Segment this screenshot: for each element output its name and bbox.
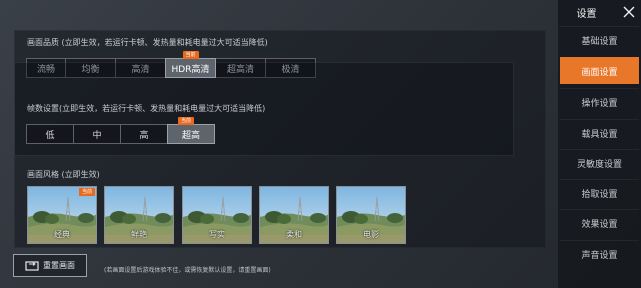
thumb-label: 柔和 <box>286 230 302 239</box>
sidebar-title: 设置 <box>576 8 597 20</box>
thumb-label: 鲜艳 <box>131 230 147 239</box>
sidebar-item-sensitivity[interactable]: 灵敏度设置 <box>560 149 639 176</box>
quality-section-title: 画面品质 (立即生效，若运行卡顿、发热量和耗电量过大可适当降低) <box>27 38 268 47</box>
quality-option-hdr[interactable]: 当前 HDR高清 <box>165 51 216 78</box>
reset-label: 重置画面 <box>43 261 75 270</box>
close-icon <box>623 6 635 18</box>
close-button[interactable] <box>617 0 641 24</box>
style-section-title: 画面风格 (立即生效) <box>27 170 100 179</box>
fps-option-low[interactable]: 低 <box>26 124 74 144</box>
thumb-label: 写实 <box>209 230 225 239</box>
fps-section-title: 帧数设置(立即生效，若运行卡顿、发热量和耗电量过大可适当降低) <box>27 104 266 113</box>
style-thumb-vivid[interactable]: 鲜艳 <box>104 186 174 244</box>
thumb-label: 经典 <box>54 230 70 239</box>
sidebar-item-graphics[interactable]: 画面设置 <box>560 57 639 84</box>
fps-selector: 低 中 高 当前 超高 <box>26 117 215 144</box>
thumb-label: 电影 <box>363 230 379 239</box>
reset-hint: (若画面设置后游戏体验不佳，或需恢复默认设置，请重置画面) <box>104 267 271 274</box>
sidebar-item-basic[interactable]: 基础设置 <box>560 26 639 53</box>
current-badge: 当前 <box>182 51 199 59</box>
sidebar-item-pickup[interactable]: 拾取设置 <box>560 179 639 206</box>
settings-sidebar: 设置 基础设置 画面设置 操作设置 载具设置 灵敏度设置 拾取设置 效果设置 声… <box>558 0 641 288</box>
reset-graphics-button[interactable]: 重置画面 <box>13 254 87 277</box>
sidebar-item-effects[interactable]: 效果设置 <box>560 209 639 236</box>
sidebar-item-sound[interactable]: 声音设置 <box>560 240 639 267</box>
fps-option-ultra[interactable]: 当前 超高 <box>167 117 215 144</box>
style-thumb-cinema[interactable]: 电影 <box>336 186 406 244</box>
style-thumb-classic[interactable]: 当前 经典 <box>27 186 97 244</box>
current-badge: 当前 <box>178 117 195 125</box>
fps-option-high[interactable]: 高 <box>120 124 168 144</box>
sidebar-item-controls[interactable]: 操作设置 <box>560 88 639 115</box>
current-badge: 当前 <box>78 188 95 196</box>
sidebar-item-vehicle[interactable]: 载具设置 <box>560 119 639 146</box>
style-thumb-realistic[interactable]: 写实 <box>182 186 252 244</box>
reset-icon <box>25 260 39 271</box>
style-thumb-soft[interactable]: 柔和 <box>259 186 329 244</box>
fps-option-medium[interactable]: 中 <box>73 124 121 144</box>
